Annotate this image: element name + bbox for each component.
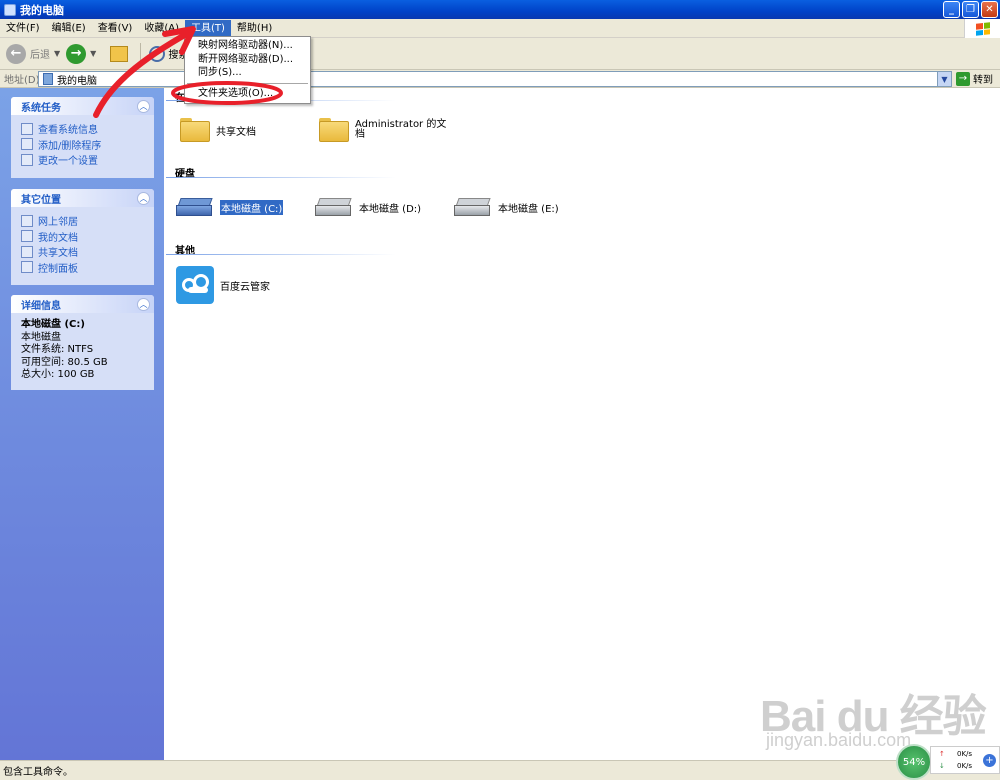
windows-logo-icon: [964, 19, 1000, 38]
section-divider: [166, 177, 396, 178]
drive-e[interactable]: 本地磁盘 (E:): [454, 196, 559, 218]
upload-arrow-icon: ↑: [939, 750, 945, 758]
baidu-cloud-icon: [176, 266, 214, 304]
collapse-icon[interactable]: ︿: [137, 99, 150, 113]
menu-separator: [187, 82, 308, 84]
window-title: 我的电脑: [20, 3, 64, 17]
speed-percent: 54%: [896, 744, 932, 780]
computer-icon: [4, 3, 16, 16]
plus-icon[interactable]: +: [983, 754, 996, 767]
explorer-window: 我的电脑 _ ❐ ✕ 文件(F) 编辑(E) 查看(V) 收藏(A) 工具(T)…: [0, 0, 1000, 780]
shared-documents-folder[interactable]: 共享文档: [180, 118, 256, 142]
address-bar: 地址(D) 我的电脑 ▼ → 转到: [0, 70, 1000, 88]
address-label: 地址(D): [4, 75, 40, 86]
baidu-cloud-item[interactable]: 百度云管家: [176, 266, 270, 304]
chevron-down-icon: ▼: [90, 49, 97, 58]
view-system-info-link[interactable]: 查看系统信息: [21, 121, 148, 137]
hard-drive-icon: [176, 196, 214, 218]
menu-favorites[interactable]: 收藏(A): [138, 20, 185, 37]
control-panel-link[interactable]: 控制面板: [21, 260, 148, 276]
back-button[interactable]: ← 后退 ▼: [6, 43, 61, 64]
collapse-icon[interactable]: ︿: [137, 297, 150, 311]
forward-button[interactable]: → ▼: [66, 43, 97, 64]
detail-total-size: 总大小: 100 GB: [21, 369, 95, 380]
other-places-panel: 其它位置 ︿ 网上邻居 我的文档 共享文档 控制面板: [11, 189, 154, 285]
menu-edit[interactable]: 编辑(E): [46, 20, 92, 37]
admin-documents-folder[interactable]: Administrator 的文档: [319, 118, 446, 142]
minimize-button[interactable]: _: [943, 1, 960, 18]
search-icon[interactable]: [149, 45, 166, 62]
menu-file[interactable]: 文件(F): [0, 20, 46, 37]
status-text: 包含工具命令。: [3, 767, 73, 778]
download-speed: 0K/s: [957, 762, 973, 770]
address-input[interactable]: 我的电脑 ▼: [38, 71, 952, 87]
network-places-link[interactable]: 网上邻居: [21, 213, 148, 229]
programs-icon: [21, 138, 33, 151]
hard-drive-icon: [454, 196, 492, 218]
shared-documents-link[interactable]: 共享文档: [21, 244, 148, 260]
control-panel-icon: [21, 153, 33, 166]
upload-speed: 0K/s: [957, 750, 973, 758]
my-documents-link[interactable]: 我的文档: [21, 229, 148, 245]
detail-name: 本地磁盘 (C:): [21, 319, 85, 330]
drive-d[interactable]: 本地磁盘 (D:): [315, 196, 421, 218]
hard-drive-icon: [315, 196, 353, 218]
folder-icon: [319, 118, 349, 142]
back-arrow-icon: ←: [6, 43, 26, 64]
address-dropdown-button[interactable]: ▼: [937, 72, 951, 86]
collapse-icon[interactable]: ︿: [137, 191, 150, 205]
control-panel-icon: [21, 261, 33, 274]
detail-type: 本地磁盘: [21, 331, 61, 343]
network-speed-widget[interactable]: 54% ↑ 0K/s ↓ 0K/s +: [896, 740, 1000, 780]
baidu-jingyan-watermark: Bai du 经验 jingyan.baidu.com: [760, 692, 987, 750]
folder-icon: [180, 118, 210, 142]
change-setting-link[interactable]: 更改一个设置: [21, 152, 148, 168]
disconnect-network-drive-item[interactable]: 断开网络驱动器(D)...: [185, 53, 310, 67]
add-remove-programs-link[interactable]: 添加/删除程序: [21, 137, 148, 153]
panel-header[interactable]: 其它位置 ︿: [11, 189, 154, 207]
panel-header[interactable]: 详细信息 ︿: [11, 295, 154, 313]
detail-free-space: 可用空间: 80.5 GB: [21, 356, 108, 368]
chevron-down-icon: ▼: [54, 49, 61, 58]
synchronize-item[interactable]: 同步(S)...: [185, 66, 310, 80]
forward-arrow-icon: →: [66, 43, 87, 64]
up-folder-icon[interactable]: [110, 45, 129, 62]
tools-dropdown-menu: 映射网络驱动器(N)... 断开网络驱动器(D)... 同步(S)... 文件夹…: [184, 36, 311, 104]
content-area: 在 共享文档 Administrator 的文档 硬盘 本地磁盘 (C:) 本地…: [164, 88, 1000, 760]
toolbar-separator: [140, 42, 142, 65]
go-arrow-icon: →: [956, 71, 970, 86]
go-button[interactable]: → 转到: [956, 71, 993, 86]
panel-header[interactable]: 系统任务 ︿: [11, 97, 154, 115]
folder-icon: [21, 230, 33, 243]
map-network-drive-item[interactable]: 映射网络驱动器(N)...: [185, 39, 310, 53]
restore-button[interactable]: ❐: [962, 1, 979, 18]
network-icon: [21, 214, 33, 227]
menu-view[interactable]: 查看(V): [92, 20, 139, 37]
section-divider: [166, 254, 396, 255]
detail-filesystem: 文件系统: NTFS: [21, 344, 94, 355]
folder-icon: [21, 245, 33, 258]
details-panel: 详细信息 ︿ 本地磁盘 (C:) 本地磁盘 文件系统: NTFS 可用空间: 80…: [11, 295, 154, 390]
toolbar: ← 后退 ▼ → ▼ 搜索: [0, 38, 1000, 70]
menu-help[interactable]: 帮助(H): [231, 20, 278, 37]
menu-tools[interactable]: 工具(T): [185, 19, 231, 37]
title-bar: 我的电脑 _ ❐ ✕: [0, 0, 1000, 19]
task-pane: 系统任务 ︿ 查看系统信息 添加/删除程序 更改一个设置 其它位置 ︿ 网上邻居 我…: [0, 88, 164, 760]
menu-bar: 文件(F) 编辑(E) 查看(V) 收藏(A) 工具(T) 帮助(H): [0, 19, 1000, 38]
download-arrow-icon: ↓: [939, 762, 945, 770]
drive-c[interactable]: 本地磁盘 (C:): [176, 196, 284, 218]
system-info-icon: [21, 122, 33, 135]
system-tasks-panel: 系统任务 ︿ 查看系统信息 添加/删除程序 更改一个设置: [11, 97, 154, 178]
computer-icon: [43, 73, 53, 85]
folder-options-item[interactable]: 文件夹选项(O)...: [185, 87, 310, 101]
close-button[interactable]: ✕: [981, 1, 998, 18]
status-bar: 包含工具命令。: [0, 760, 1000, 780]
